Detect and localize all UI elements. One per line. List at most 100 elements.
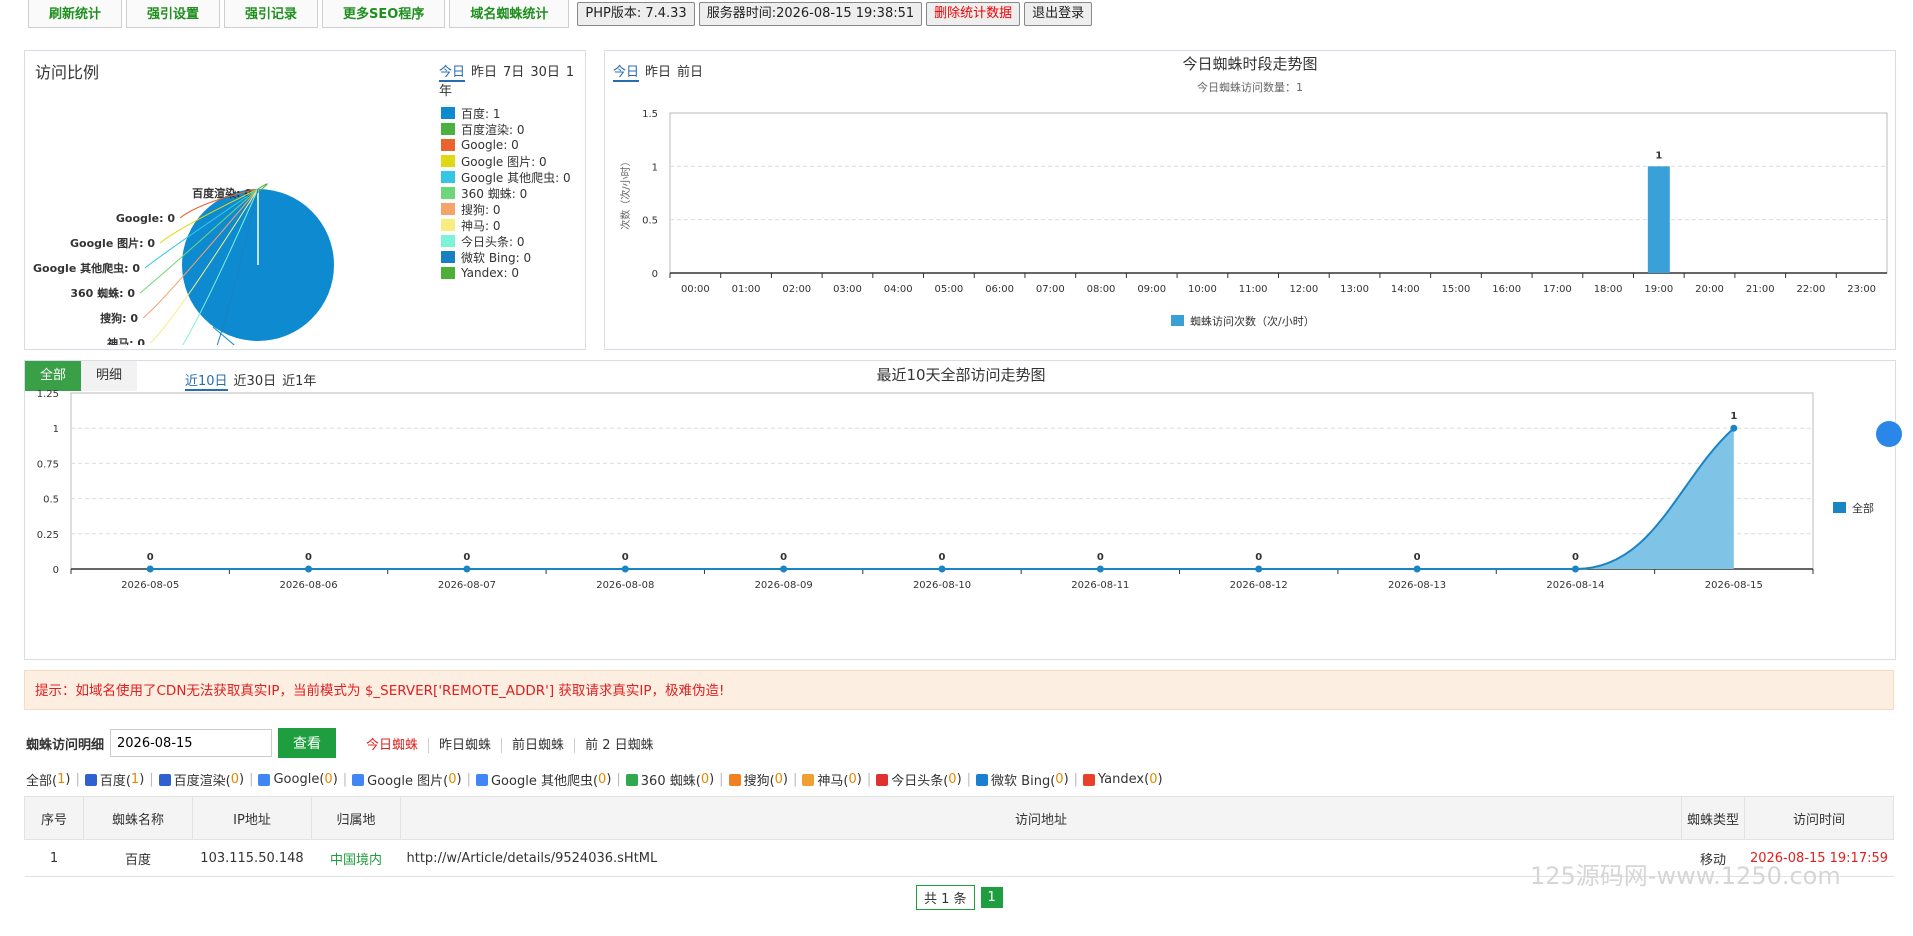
sogou-icon	[728, 773, 741, 786]
tab-redirect-settings[interactable]: 强引设置	[126, 0, 221, 28]
legend-item[interactable]: 今日头条: 0	[441, 233, 579, 249]
legend-item[interactable]: 360 蜘蛛: 0	[441, 185, 579, 201]
legend-swatch	[441, 203, 455, 215]
x-tick-label: 12:00	[1289, 284, 1318, 295]
legend-item[interactable]: Google 图片: 0	[441, 153, 579, 169]
y-tick-label: 0	[652, 269, 658, 280]
filter-name: 全部(	[26, 774, 58, 789]
x-tick-label: 02:00	[782, 284, 811, 295]
bing-icon	[976, 773, 989, 786]
link-today-spider[interactable]: 今日蜘蛛	[356, 737, 430, 753]
filter-count: 1	[57, 772, 66, 787]
yandex-icon	[1083, 773, 1096, 786]
filter-name: 神马(	[817, 774, 849, 789]
x-tick-label: 08:00	[1087, 284, 1116, 295]
legend-item[interactable]: 百度渲染: 0	[441, 121, 579, 137]
legend-label: 蜘蛛访问次数（次/小时）	[1190, 314, 1315, 328]
filter-item[interactable]: 360 蜘蛛(0)	[625, 770, 715, 789]
tab-domain-spider-stats[interactable]: 域名蜘蛛统计	[449, 0, 570, 28]
cell-url[interactable]: http://w/Article/details/9524036.sHtML	[400, 839, 1682, 877]
pager-current-page[interactable]: 1	[980, 887, 1003, 908]
x-tick-label: 2026-08-09	[755, 580, 813, 591]
day-links: 今日蜘蛛 昨日蜘蛛 前日蜘蛛前 2 日蜘蛛	[356, 734, 664, 753]
col-ip: IP地址	[192, 796, 312, 840]
server-time-badge: 服务器时间:2026-08-15 19:38:51	[698, 2, 923, 26]
filter-separator: |	[616, 772, 621, 787]
pie-label: 神马: 0	[107, 336, 145, 345]
x-tick-label: 22:00	[1797, 284, 1826, 295]
filter-item[interactable]: 神马(0)	[802, 770, 862, 789]
chat-float-icon[interactable]	[1876, 421, 1902, 447]
date-input[interactable]	[110, 729, 273, 757]
tab-redirect-records[interactable]: 强引记录	[224, 0, 319, 28]
legend-item[interactable]: Google 其他爬虫: 0	[441, 169, 579, 185]
filter-item[interactable]: 搜狗(0)	[728, 770, 788, 789]
filter-paren: )	[782, 772, 788, 787]
filter-item[interactable]: 百度(1)	[84, 770, 144, 789]
link-yesterday-spider[interactable]: 昨日蜘蛛	[429, 737, 503, 753]
data-point	[305, 565, 313, 573]
filter-name: 360 蜘蛛(	[640, 774, 701, 789]
filter-paren: )	[239, 772, 245, 787]
filter-item[interactable]: 今日头条(0)	[876, 770, 962, 789]
range-7d[interactable]: 7日	[503, 65, 524, 80]
legend-item[interactable]: 搜狗: 0	[441, 201, 579, 217]
link-day-before-spider[interactable]: 前日蜘蛛	[502, 737, 576, 753]
bar	[1647, 166, 1670, 273]
data-label: 0	[1097, 552, 1104, 563]
legend-swatch	[441, 235, 455, 247]
clear-stats-button[interactable]: 删除统计数据	[926, 2, 1021, 26]
filter-item[interactable]: 百度渲染(0)	[158, 770, 245, 789]
legend-item[interactable]: Yandex: 0	[441, 265, 579, 281]
data-label: 0	[939, 552, 946, 563]
legend-swatch	[441, 187, 455, 199]
legend-swatch	[441, 251, 455, 263]
legend-item[interactable]: 微软 Bing: 0	[441, 249, 579, 265]
y-tick-label: 1.25	[37, 389, 59, 400]
x-tick-label: 2026-08-08	[596, 580, 654, 591]
filter-paren: )	[332, 772, 338, 787]
filter-name: Yandex(	[1098, 772, 1150, 787]
legend-swatch	[441, 267, 455, 279]
legend-item[interactable]: 百度: 1	[441, 105, 579, 121]
query-button[interactable]: 查看	[278, 728, 337, 758]
filter-item[interactable]: 全部(1)	[26, 770, 70, 789]
filter-count: 0	[1055, 772, 1064, 787]
legend-swatch	[441, 219, 455, 231]
legend-item[interactable]: Google: 0	[441, 137, 579, 153]
filter-item[interactable]: Google 其他爬虫(0)	[475, 770, 611, 789]
filter-separator: |	[793, 772, 798, 787]
filter-count: 0	[774, 772, 783, 787]
link-2-days-before-spider[interactable]: 前 2 日蜘蛛	[575, 738, 664, 753]
filter-paren: )	[456, 772, 462, 787]
pagination: 共 1 条 1	[916, 885, 1003, 910]
filter-item[interactable]: Yandex(0)	[1083, 772, 1163, 787]
data-point	[938, 565, 946, 573]
filter-name: Google 其他爬虫(	[490, 774, 599, 789]
filter-item[interactable]: Google 图片(0)	[352, 770, 462, 789]
data-point	[1413, 565, 1421, 573]
y-tick-label: 0.5	[43, 495, 59, 506]
filter-item[interactable]: Google(0)	[258, 772, 338, 787]
x-tick-label: 21:00	[1746, 284, 1775, 295]
filter-item[interactable]: 微软 Bing(0)	[976, 770, 1069, 789]
range-today[interactable]: 今日	[439, 65, 466, 82]
plot-frame	[669, 112, 1888, 274]
logout-button[interactable]: 退出登录	[1024, 2, 1093, 26]
filter-paren: )	[709, 772, 715, 787]
y-tick-label: 0.5	[642, 216, 658, 227]
x-tick-label: 04:00	[884, 284, 913, 295]
watermark: 125源码网-www.1250.com	[1530, 862, 1841, 890]
tab-more-seo[interactable]: 更多SEO程序	[322, 0, 446, 28]
x-tick-label: 03:00	[833, 284, 862, 295]
tab-refresh-stats[interactable]: 刷新统计	[28, 0, 123, 28]
legend-item[interactable]: 神马: 0	[441, 217, 579, 233]
filter-name: 百度渲染(	[173, 774, 231, 789]
data-label: 0	[305, 552, 312, 563]
filter-separator: |	[719, 772, 724, 787]
legend-label: Google 其他爬虫: 0	[461, 170, 571, 185]
legend-label: Google: 0	[461, 138, 519, 152]
range-yesterday[interactable]: 昨日	[471, 65, 497, 80]
range-30d[interactable]: 30日	[530, 65, 560, 80]
x-tick-label: 13:00	[1340, 284, 1369, 295]
